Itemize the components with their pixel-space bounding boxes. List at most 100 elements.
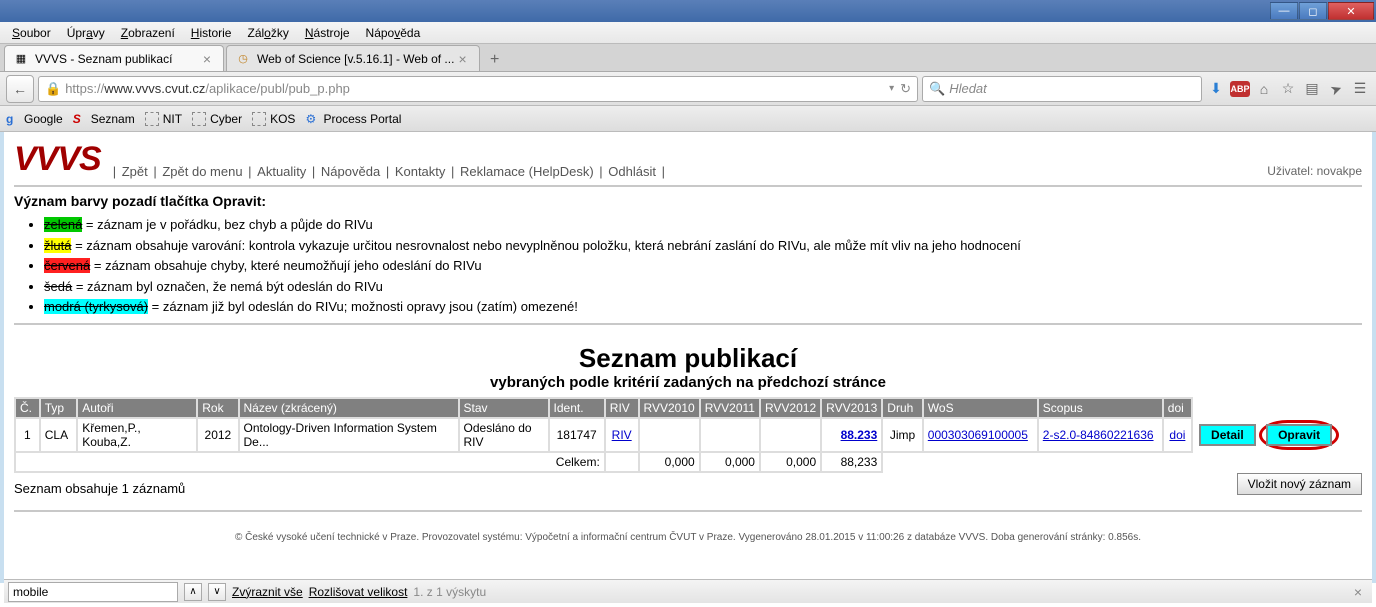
search-placeholder: Hledat bbox=[949, 81, 987, 96]
favicon-vvvs-icon: ▦ bbox=[13, 51, 29, 67]
doi-link[interactable]: doi bbox=[1169, 428, 1185, 442]
nav-back[interactable]: Zpět bbox=[120, 164, 150, 179]
bookmark-process-portal[interactable]: ⚙Process Portal bbox=[305, 112, 401, 126]
separator bbox=[14, 323, 1362, 325]
find-input[interactable] bbox=[8, 582, 178, 602]
menu-history[interactable]: Historie bbox=[183, 24, 240, 42]
logo: VVVS bbox=[14, 140, 101, 179]
back-button[interactable]: ← bbox=[6, 75, 34, 103]
window-maximize-button[interactable]: ◻ bbox=[1299, 2, 1327, 20]
record-count: Seznam obsahuje 1 záznamů bbox=[14, 481, 185, 496]
bookmark-seznam[interactable]: SSeznam bbox=[73, 112, 135, 126]
nav-back-menu[interactable]: Zpět do menu bbox=[160, 164, 244, 179]
new-record-button[interactable]: Vložit nový záznam bbox=[1237, 473, 1362, 495]
gear-icon: ⚙ bbox=[305, 112, 319, 126]
col-authors: Autoři bbox=[77, 398, 197, 418]
edit-button[interactable]: Opravit bbox=[1266, 424, 1332, 446]
col-typ: Typ bbox=[40, 398, 78, 418]
dropdown-icon[interactable]: ▾ bbox=[889, 83, 894, 94]
col-wos: WoS bbox=[923, 398, 1038, 418]
download-icon[interactable]: ⬇ bbox=[1206, 79, 1226, 99]
page-subtitle: vybraných podle kritérií zadaných na pře… bbox=[14, 374, 1362, 391]
find-prev-button[interactable]: ∧ bbox=[184, 583, 202, 601]
col-year: Rok bbox=[197, 398, 238, 418]
menu-tools[interactable]: Nástroje bbox=[297, 24, 358, 42]
top-nav: | Zpět | Zpět do menu | Aktuality | Nápo… bbox=[113, 164, 1362, 179]
nav-help[interactable]: Nápověda bbox=[319, 164, 382, 179]
home-icon[interactable]: ⌂ bbox=[1254, 79, 1274, 99]
favicon-wos-icon: ◷ bbox=[235, 51, 251, 67]
bookmark-kos[interactable]: KOS bbox=[252, 112, 295, 126]
publications-table: Č. Typ Autoři Rok Název (zkrácený) Stav … bbox=[14, 397, 1362, 473]
find-close-icon[interactable]: × bbox=[1348, 584, 1368, 600]
nav-logout[interactable]: Odhlásit bbox=[606, 164, 658, 179]
cell-druh: Jimp bbox=[882, 418, 923, 452]
total-2012: 0,000 bbox=[760, 452, 821, 472]
total-2013: 88,233 bbox=[821, 452, 882, 472]
totals-label: Celkem: bbox=[15, 452, 605, 472]
page-content: VVVS | Zpět | Zpět do menu | Aktuality |… bbox=[0, 132, 1376, 583]
address-bar[interactable]: 🔒 https://www.vvvs.cvut.cz/aplikace/publ… bbox=[38, 76, 918, 102]
menu-file[interactable]: Soubor bbox=[4, 24, 59, 42]
bookmark-cyber[interactable]: Cyber bbox=[192, 112, 242, 126]
list-icon[interactable]: ▤ bbox=[1302, 79, 1322, 99]
window-close-button[interactable]: ✕ bbox=[1328, 2, 1374, 20]
total-2011: 0,000 bbox=[700, 452, 760, 472]
find-next-button[interactable]: ∨ bbox=[208, 583, 226, 601]
bookmark-star-icon[interactable]: ☆ bbox=[1278, 79, 1298, 99]
scopus-link[interactable]: 2-s2.0-84860221636 bbox=[1043, 428, 1154, 442]
window-minimize-button[interactable]: — bbox=[1270, 2, 1298, 20]
menu-bookmarks[interactable]: Záložky bbox=[239, 24, 296, 42]
legend-item: modrá (tyrkysová) = záznam již byl odesl… bbox=[44, 297, 1362, 317]
reload-icon[interactable]: ↻ bbox=[900, 81, 911, 97]
abp-icon[interactable]: ABP bbox=[1230, 81, 1250, 97]
table-totals-row: Celkem: 0,000 0,000 0,000 88,233 bbox=[15, 452, 1362, 472]
lock-icon: 🔒 bbox=[45, 81, 61, 97]
detail-button[interactable]: Detail bbox=[1199, 424, 1256, 446]
riv-link[interactable]: RIV bbox=[612, 428, 632, 442]
cell-authors: Křemen,P., Kouba,Z. bbox=[77, 418, 197, 452]
footer: © České vysoké učení technické v Praze. … bbox=[14, 532, 1362, 543]
highlight-ring: Opravit bbox=[1259, 420, 1339, 450]
cell-year: 2012 bbox=[197, 418, 238, 452]
cell-rvv2011 bbox=[700, 418, 760, 452]
tab-close-icon[interactable]: × bbox=[199, 51, 215, 67]
col-rvv2013: RVV2013 bbox=[821, 398, 882, 418]
nav-helpdesk[interactable]: Reklamace (HelpDesk) bbox=[458, 164, 596, 179]
cell-rvv2010 bbox=[639, 418, 700, 452]
col-doi: doi bbox=[1163, 398, 1192, 418]
table-header-row: Č. Typ Autoři Rok Název (zkrácený) Stav … bbox=[15, 398, 1362, 418]
menu-help[interactable]: Nápověda bbox=[358, 24, 429, 42]
col-rvv2011: RVV2011 bbox=[700, 398, 760, 418]
menu-icon[interactable]: ☰ bbox=[1350, 79, 1370, 99]
tab-wos[interactable]: ◷ Web of Science [v.5.16.1] - Web of ...… bbox=[226, 45, 480, 71]
match-case-link[interactable]: Rozlišovat velikost bbox=[309, 585, 408, 599]
tab-label: VVVS - Seznam publikací bbox=[35, 52, 172, 66]
cell-rvv2012 bbox=[760, 418, 821, 452]
seznam-icon: S bbox=[73, 112, 87, 126]
menu-edit[interactable]: Úpravy bbox=[59, 24, 113, 42]
search-box[interactable]: 🔍 Hledat bbox=[922, 76, 1202, 102]
send-icon[interactable]: ➤ bbox=[1323, 76, 1349, 102]
bookmark-nit[interactable]: NIT bbox=[145, 112, 182, 126]
new-tab-button[interactable]: + bbox=[482, 49, 508, 71]
menu-view[interactable]: Zobrazení bbox=[113, 24, 183, 42]
page-title: Seznam publikací bbox=[14, 343, 1362, 374]
col-state: Stav bbox=[459, 398, 549, 418]
cell-doi: doi bbox=[1163, 418, 1192, 452]
user-label: Uživatel: novakpe bbox=[1267, 164, 1362, 178]
bookmark-google[interactable]: gGoogle bbox=[6, 112, 63, 126]
separator bbox=[14, 510, 1362, 512]
tab-vvvs[interactable]: ▦ VVVS - Seznam publikací × bbox=[4, 45, 224, 71]
col-actions bbox=[1192, 398, 1362, 418]
cell-num: 1 bbox=[15, 418, 40, 452]
find-bar: ∧ ∨ Zvýraznit vše Rozlišovat velikost 1.… bbox=[4, 579, 1372, 603]
tab-close-icon[interactable]: × bbox=[454, 51, 470, 67]
highlight-all-link[interactable]: Zvýraznit vše bbox=[232, 585, 303, 599]
nav-contacts[interactable]: Kontakty bbox=[393, 164, 448, 179]
legend-item: žlutá = záznam obsahuje varování: kontro… bbox=[44, 236, 1362, 256]
nav-news[interactable]: Aktuality bbox=[255, 164, 308, 179]
rvv2013-link[interactable]: 88.233 bbox=[841, 428, 878, 442]
wos-link[interactable]: 000303069100005 bbox=[928, 428, 1028, 442]
tab-strip: ▦ VVVS - Seznam publikací × ◷ Web of Sci… bbox=[0, 44, 1376, 72]
